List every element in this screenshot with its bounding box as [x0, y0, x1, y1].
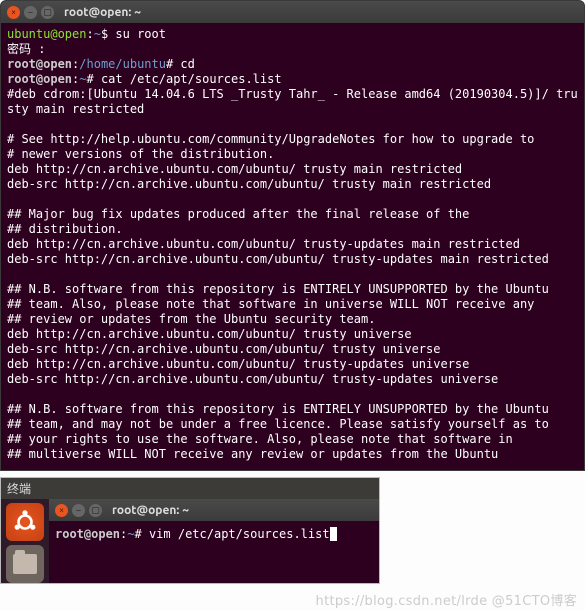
maximize-icon[interactable]: ▢ [89, 504, 102, 517]
terminal-line: deb http://cn.archive.ubuntu.com/ubuntu/… [7, 162, 578, 177]
terminal-line: 密码 : [7, 42, 578, 57]
terminal-line: ## review or updates from the Ubuntu sec… [7, 312, 578, 327]
terminal-line: root@open:~# cat /etc/apt/sources.list [7, 72, 578, 87]
ubuntu-logo-icon [12, 509, 38, 535]
titlebar[interactable]: × – ▢ root@open: ~ [1, 1, 584, 23]
terminal-line [7, 192, 578, 207]
terminal-output[interactable]: root@open:~# vim /etc/apt/sources.list [49, 521, 379, 563]
prompt-user: root@open [7, 57, 72, 71]
terminal-output[interactable]: ubuntu@open:~$ su root密码 :root@open:/hom… [1, 23, 584, 470]
terminal-line: ## multiverse WILL NOT receive any revie… [7, 447, 578, 462]
screenshot-bottom: 终端 × – ▢ root@open: ~ root@open [0, 477, 380, 584]
terminal-line: deb-src http://cn.archive.ubuntu.com/ubu… [7, 342, 578, 357]
terminal-line: root@open:/home/ubuntu# cd [7, 57, 578, 72]
terminal-line [7, 117, 578, 132]
terminal-window-top: × – ▢ root@open: ~ ubuntu@open:~$ su roo… [0, 0, 585, 471]
close-icon[interactable]: × [55, 504, 68, 517]
prompt-path: ~ [79, 72, 86, 86]
prompt-user: root@open [7, 72, 72, 86]
prompt-user: ubuntu@open [7, 27, 86, 41]
watermark-text: https://blog.csdn.net/lrde @51CTO博客 [0, 584, 585, 611]
command-text: cd [173, 57, 195, 71]
terminal-line: # See http://help.ubuntu.com/community/U… [7, 132, 578, 147]
prompt-path: ~ [127, 527, 134, 541]
terminal-line [7, 387, 578, 402]
window-title: root@open: ~ [112, 504, 189, 517]
prompt-sep: # [135, 527, 142, 541]
terminal-line: ## N.B. software from this repository is… [7, 282, 578, 297]
panel-app-label: 终端 [1, 478, 379, 499]
terminal-line: deb http://cn.archive.ubuntu.com/ubuntu/… [7, 237, 578, 252]
command-text: vim /etc/apt/sources.list [142, 527, 330, 541]
cursor [330, 527, 337, 541]
terminal-line: deb http://cn.archive.ubuntu.com/ubuntu/… [7, 327, 578, 342]
terminal-line: deb-src http://cn.archive.ubuntu.com/ubu… [7, 372, 578, 387]
terminal-line: #deb cdrom:[Ubuntu 14.04.6 LTS _Trusty T… [7, 87, 578, 117]
terminal-line: ## team, and may not be under a free lic… [7, 417, 578, 432]
window-title: root@open: ~ [64, 6, 141, 19]
terminal-line: # newer versions of the distribution. [7, 147, 578, 162]
terminal-line: ## distribution. [7, 222, 578, 237]
terminal-line: ## Major bug fix updates produced after … [7, 207, 578, 222]
command-text: cat /etc/apt/sources.list [94, 72, 282, 86]
unity-launcher [1, 499, 49, 583]
folder-icon [13, 554, 37, 574]
minimize-icon[interactable]: – [24, 6, 37, 19]
prompt-user: root@open [55, 527, 120, 541]
files-icon[interactable] [6, 545, 44, 583]
terminal-line: deb-src http://cn.archive.ubuntu.com/ubu… [7, 252, 578, 267]
terminal-window-bottom: × – ▢ root@open: ~ root@open:~# vim /etc… [49, 499, 379, 563]
minimize-icon[interactable]: – [72, 504, 85, 517]
prompt-path: /home/ubuntu [79, 57, 166, 71]
close-icon[interactable]: × [7, 6, 20, 19]
terminal-line: deb-src http://cn.archive.ubuntu.com/ubu… [7, 177, 578, 192]
titlebar[interactable]: × – ▢ root@open: ~ [49, 499, 379, 521]
terminal-line: deb http://cn.archive.ubuntu.com/ubuntu/… [7, 357, 578, 372]
terminal-line: ## N.B. software from this repository is… [7, 402, 578, 417]
terminal-line: ## team. Also, please note that software… [7, 297, 578, 312]
prompt-path: ~ [94, 27, 101, 41]
command-text: su root [108, 27, 166, 41]
dash-icon[interactable] [6, 503, 44, 541]
terminal-line: ubuntu@open:~$ su root [7, 27, 578, 42]
terminal-line [7, 267, 578, 282]
maximize-icon[interactable]: ▢ [41, 6, 54, 19]
terminal-line: ## your rights to use the software. Also… [7, 432, 578, 447]
